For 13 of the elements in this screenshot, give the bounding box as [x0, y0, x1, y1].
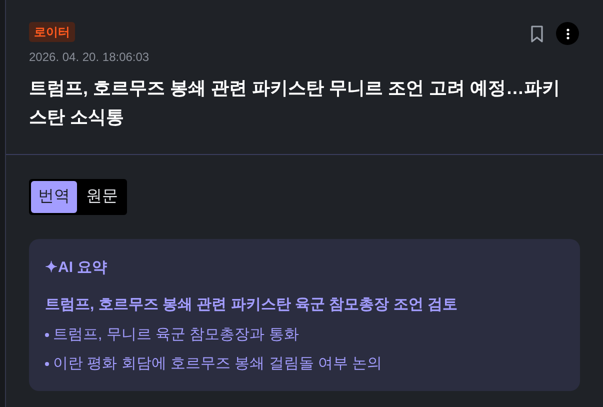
- bullet-icon: [45, 362, 49, 366]
- headline: 트럼프, 호르무즈 봉쇄 관련 파키스탄 무니르 조언 고려 예정…파키스탄 소식통: [29, 77, 562, 129]
- summary-headline: 트럼프, 호르무즈 봉쇄 관련 파키스탄 육군 참모총장 조언 검토: [45, 294, 459, 314]
- summary-title: ✦AI 요약: [45, 258, 108, 278]
- summary-point: 이란 평화 회담에 호르무즈 봉쇄 걸림돌 여부 논의: [53, 354, 382, 374]
- bullet-icon: [45, 333, 49, 338]
- more-button[interactable]: [556, 22, 579, 45]
- view-tab[interactable]: 번역: [31, 181, 77, 213]
- more-icon: [566, 28, 570, 40]
- source-badge: 로이터: [29, 22, 75, 42]
- summary-point: 트럼프, 무니르 육군 참모총장과 통화: [53, 325, 299, 345]
- bookmark-icon[interactable]: [530, 24, 544, 42]
- timestamp: 2026. 04. 20. 18:06:03: [29, 49, 150, 66]
